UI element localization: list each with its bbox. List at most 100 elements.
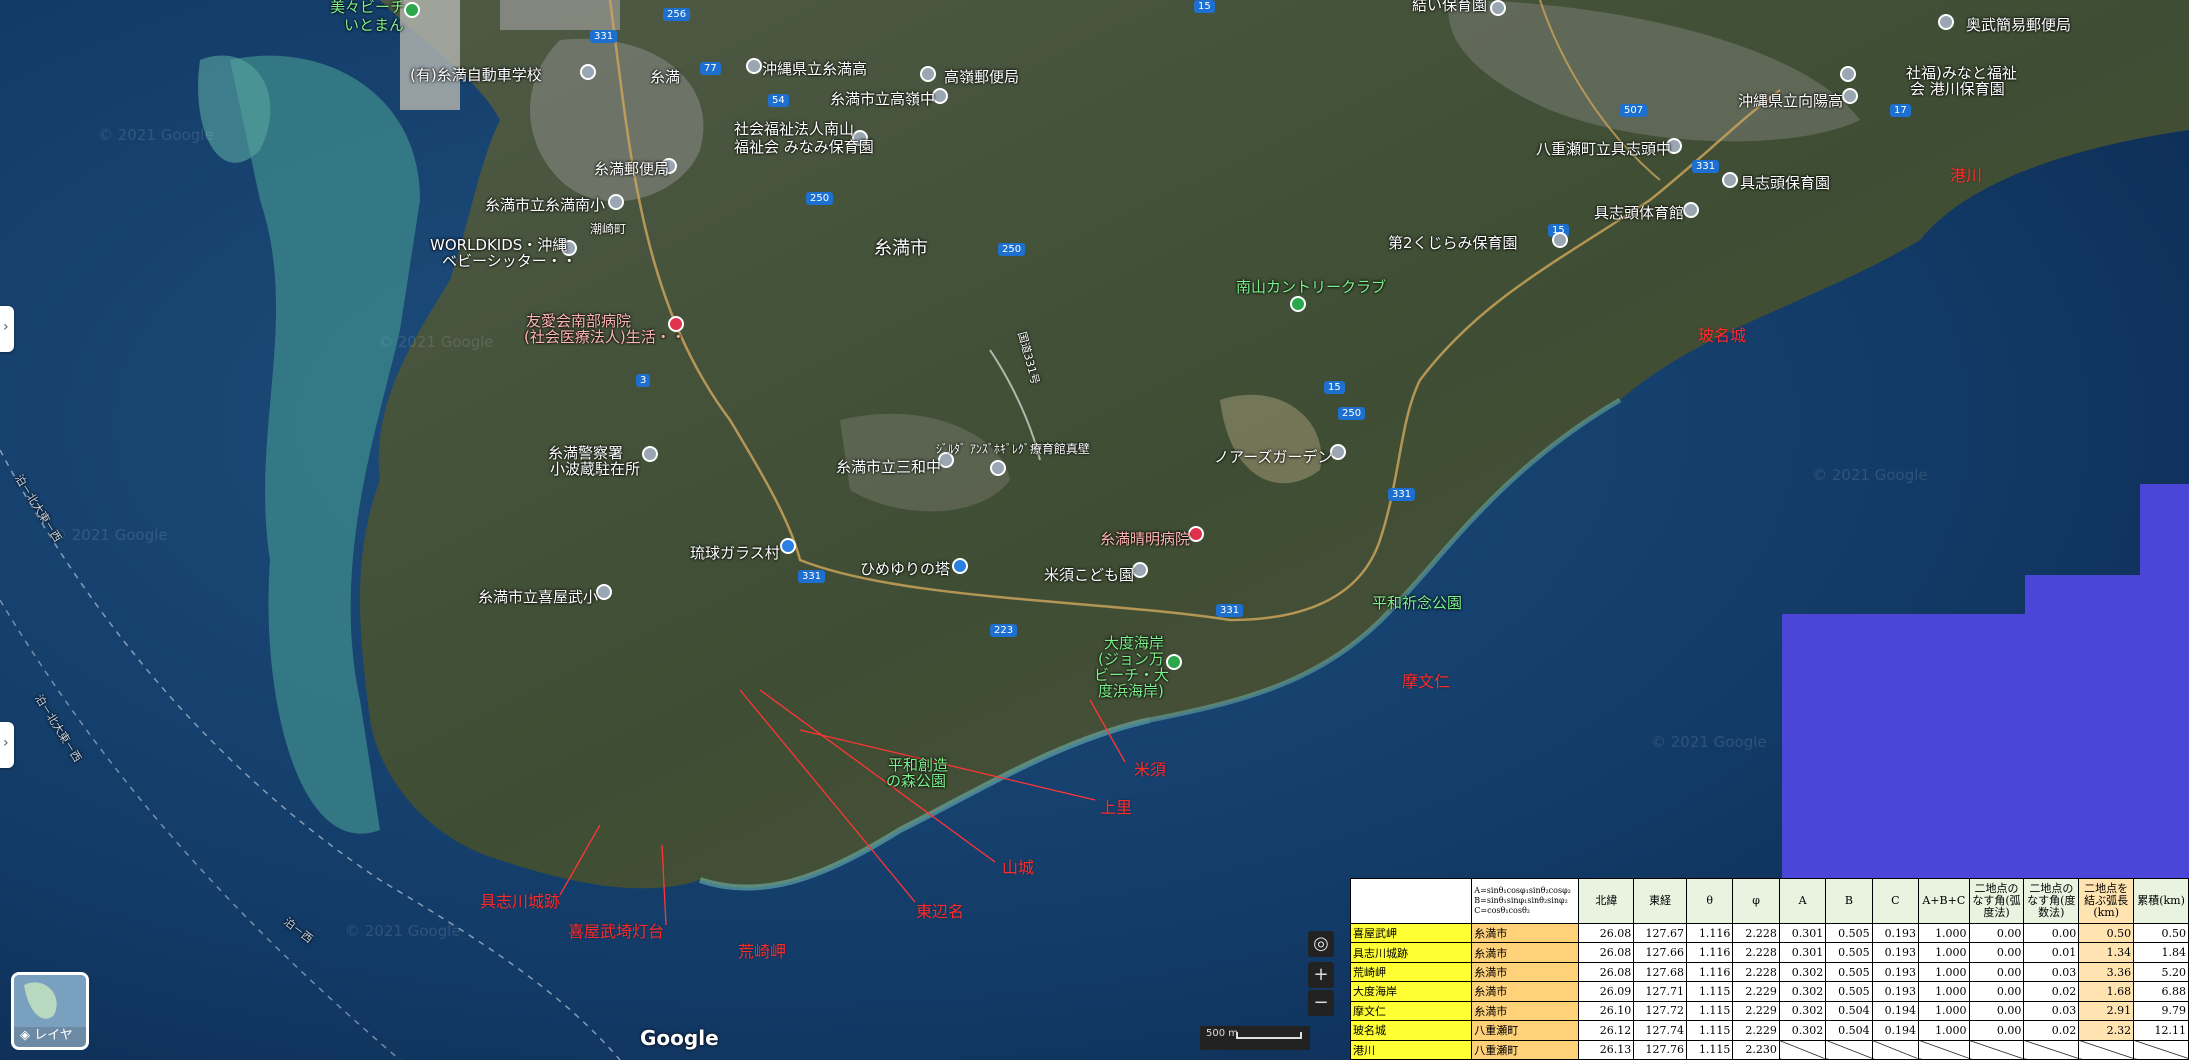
cell-B: 0.504 xyxy=(1825,1000,1873,1022)
post-office-pin-icon[interactable] xyxy=(1938,14,1954,30)
poi-label[interactable]: ｼﾞﾙﾀﾞ ｱﾝｽﾞﾎｷﾞﾚｸﾞ療育館真壁 xyxy=(936,440,1090,457)
layers-button[interactable]: ◈ レイヤ xyxy=(11,972,89,1050)
poi-label[interactable]: 具志頭保育園 xyxy=(1740,172,1830,193)
park-pin-icon[interactable] xyxy=(1330,444,1346,460)
school-pin-icon[interactable] xyxy=(1842,88,1858,104)
header-lon: 東経 xyxy=(1633,878,1688,924)
poi-label[interactable]: 糸満市立糸満南小 xyxy=(485,194,605,215)
header-lat: 北緯 xyxy=(1578,878,1635,924)
cell-lat: 26.09 xyxy=(1578,981,1635,1002)
poi-label[interactable]: 結い保育園 xyxy=(1412,0,1487,15)
poi-label[interactable]: 糸満市立三和中 xyxy=(836,456,941,477)
poi-label[interactable]: 第2くじらみ保育園 xyxy=(1388,232,1518,253)
city-label: 糸満市 xyxy=(874,238,928,259)
route-shield: 250 xyxy=(806,192,834,205)
nursery-pin-icon[interactable] xyxy=(1722,172,1738,188)
poi-label[interactable]: 沖縄県立向陽高 xyxy=(1738,90,1843,111)
cell-C: 0.194 xyxy=(1871,1020,1920,1041)
cell-city: 糸満市 xyxy=(1471,942,1580,963)
watermark: © 2021 Google xyxy=(1651,733,1767,751)
my-location-button[interactable]: ◎ xyxy=(1308,931,1334,957)
cell-A: 0.302 xyxy=(1778,961,1827,983)
side-panel-toggle[interactable] xyxy=(0,722,14,768)
poi-label[interactable]: 度浜海岸) xyxy=(1098,680,1164,701)
shop-pin-icon[interactable] xyxy=(780,538,796,554)
cell-lon: 127.74 xyxy=(1633,1020,1688,1041)
cell-city: 八重瀬町 xyxy=(1471,1020,1580,1041)
annotation-label: 東辺名 xyxy=(916,902,965,921)
poi-label[interactable]: 会 港川保育園 xyxy=(1910,78,2005,99)
school-pin-icon[interactable] xyxy=(746,58,762,74)
nursery-pin-icon[interactable] xyxy=(1840,66,1856,82)
poi-label[interactable]: ノアーズガーデン xyxy=(1214,446,1332,467)
poi-label[interactable]: (社会医療法人)生活・・ xyxy=(524,326,686,347)
poi-label[interactable]: ひめゆりの塔 xyxy=(860,558,950,579)
scale-bar[interactable]: 500 m xyxy=(1200,1026,1310,1050)
beach-pin-icon[interactable] xyxy=(404,2,420,18)
poi-label[interactable]: 小波蔵駐在所 xyxy=(550,458,640,479)
nursery-pin-icon[interactable] xyxy=(1552,232,1568,248)
school-pin-icon[interactable] xyxy=(596,584,612,600)
overlay-block xyxy=(2140,484,2189,576)
cell-A: 0.301 xyxy=(1778,942,1827,963)
school-pin-icon[interactable] xyxy=(580,64,596,80)
route-shield: 15 xyxy=(1194,0,1215,13)
poi-label[interactable]: 平和祈念公園 xyxy=(1372,592,1462,613)
cell-arc: 1.68 xyxy=(2078,981,2135,1002)
cell-rad: 0.00 xyxy=(1968,1020,2025,1041)
zoom-out-button[interactable]: − xyxy=(1308,990,1334,1016)
hospital-pin-icon[interactable] xyxy=(1188,526,1204,542)
school-pin-icon[interactable] xyxy=(608,194,624,210)
watermark: © 2021 Google xyxy=(345,922,461,940)
poi-label[interactable]: 高嶺郵便局 xyxy=(944,66,1019,87)
cell-rad: 0.00 xyxy=(1968,1000,2025,1022)
poi-label[interactable]: (有)糸満自動車学校 xyxy=(410,64,542,85)
poi-label[interactable]: 福祉会 みなみ保育園 xyxy=(734,136,874,157)
cell-theta: 1.115 xyxy=(1686,1020,1734,1041)
route-shield: 77 xyxy=(700,62,721,75)
police-pin-icon[interactable] xyxy=(642,446,658,462)
cell-city: 糸満市 xyxy=(1471,1000,1580,1022)
poi-label[interactable]: 具志頭体育館 xyxy=(1594,202,1684,223)
cell-name: 玻名城 xyxy=(1349,1020,1473,1041)
poi-label[interactable]: 糸満郵便局 xyxy=(594,158,669,179)
annotation-label: 具志川城跡 xyxy=(480,892,561,911)
annotation-label: 山城 xyxy=(1002,858,1035,877)
cell-B: 0.505 xyxy=(1825,922,1873,944)
cell-cum: 5.20 xyxy=(2133,961,2189,983)
place-pin-icon[interactable] xyxy=(990,460,1006,476)
poi-label[interactable]: 米須こども園 xyxy=(1044,564,1134,585)
gym-pin-icon[interactable] xyxy=(1683,202,1699,218)
poi-label[interactable]: 奥武簡易郵便局 xyxy=(1966,14,2071,35)
nursery-pin-icon[interactable] xyxy=(1132,562,1148,578)
nursery-pin-icon[interactable] xyxy=(1490,0,1506,16)
golf-pin-icon[interactable] xyxy=(1290,296,1306,312)
scale-ruler xyxy=(1236,1032,1302,1039)
poi-label[interactable]: 八重瀬町立具志頭中 xyxy=(1536,138,1671,159)
header-angle-deg: 二地点のなす角(度数法) xyxy=(2023,878,2080,924)
poi-label[interactable]: ベビーシッター・・ xyxy=(442,250,577,271)
poi-label[interactable]: 糸満晴明病院 xyxy=(1100,528,1190,549)
poi-label[interactable]: 琉球ガラス村 xyxy=(690,542,780,563)
poi-label[interactable]: 南山カントリークラブ xyxy=(1236,276,1386,297)
monument-pin-icon[interactable] xyxy=(952,558,968,574)
cell-rad xyxy=(1968,1039,2025,1060)
poi-label[interactable]: 沖縄県立糸満高 xyxy=(762,58,867,79)
zoom-in-button[interactable]: + xyxy=(1308,962,1334,988)
locate-icon: ◎ xyxy=(1313,933,1329,954)
poi-label[interactable]: 糸満市立高嶺中 xyxy=(830,88,935,109)
cell-city: 糸満市 xyxy=(1471,922,1580,944)
poi-label[interactable]: いとまん xyxy=(344,14,404,35)
cell-A: 0.302 xyxy=(1778,981,1827,1002)
side-panel-toggle[interactable] xyxy=(0,306,14,352)
table-row: 喜屋武岬 糸満市 26.08 127.67 1.116 2.228 0.301 0.505 0.… xyxy=(1349,922,2189,944)
poi-label[interactable]: 糸満市立喜屋武小 xyxy=(478,586,598,607)
poi-label[interactable]: 糸満 xyxy=(650,66,680,87)
poi-label[interactable]: の森公園 xyxy=(886,770,946,791)
cell-lon: 127.76 xyxy=(1633,1039,1688,1060)
cell-lon: 127.67 xyxy=(1633,922,1688,944)
cell-arc: 0.50 xyxy=(2078,922,2135,944)
post-office-pin-icon[interactable] xyxy=(920,66,936,82)
watermark: © 2021 Google xyxy=(378,333,494,351)
route-shield: 15 xyxy=(1324,381,1345,394)
